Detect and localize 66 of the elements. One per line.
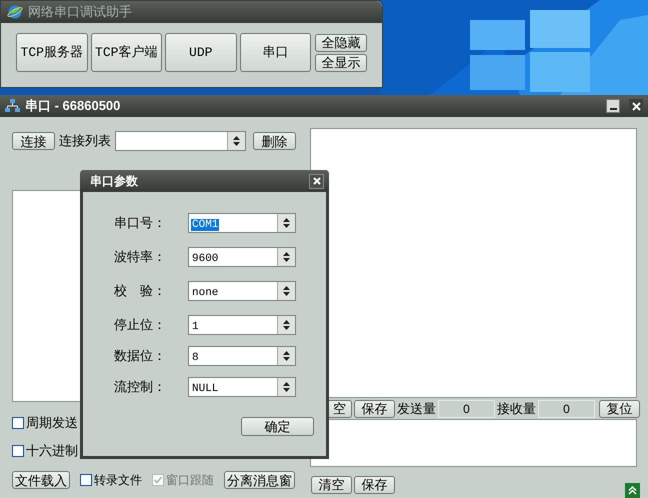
- dropdown-value: 1: [191, 321, 200, 333]
- connection-dropdown[interactable]: [115, 131, 246, 151]
- close-icon: [312, 177, 320, 185]
- field-label: 校 验：: [113, 282, 167, 300]
- field-label: 波特率：: [113, 248, 167, 266]
- param-dropdown[interactable]: none: [188, 281, 296, 301]
- param-dropdown[interactable]: 8: [188, 346, 296, 366]
- dropdown-value: none: [191, 287, 220, 299]
- spinner-arrows-icon: [283, 382, 290, 392]
- field-label: 数据位：: [113, 347, 167, 366]
- spinner-arrows-icon: [283, 252, 290, 262]
- field-label: 停止位：: [113, 316, 167, 334]
- received-label: 接收量: [497, 400, 536, 418]
- window-title: 网络串口调试助手: [28, 3, 132, 22]
- checkbox[interactable]: [80, 474, 92, 486]
- param-dropdown[interactable]: 1: [188, 315, 296, 335]
- toolbar-button[interactable]: 分离消息窗: [224, 471, 295, 489]
- spinner-arrows-icon: [233, 136, 240, 146]
- close-button[interactable]: [309, 174, 324, 188]
- field-label: 串口号：: [113, 214, 167, 232]
- spinner-arrows-icon: [283, 286, 290, 296]
- spinner-arrows-icon: [283, 218, 290, 228]
- delete-button[interactable]: 删除: [253, 132, 296, 150]
- connection-list-label: 连接列表: [59, 132, 111, 150]
- spinner-arrows-icon: [283, 320, 290, 330]
- sent-count: 0: [438, 400, 495, 418]
- checkbox[interactable]: [12, 444, 24, 456]
- field-label: 流控制：: [113, 378, 167, 396]
- clear-button[interactable]: 空: [327, 400, 352, 418]
- dropdown-value: 9600: [191, 253, 220, 265]
- dropdown-value: 8: [191, 352, 200, 364]
- ok-button[interactable]: 确定: [241, 417, 314, 436]
- dialog-title: 串口参数: [90, 173, 138, 190]
- minimize-button[interactable]: [606, 99, 620, 113]
- checkbox[interactable]: [12, 416, 24, 428]
- close-icon: [632, 102, 640, 110]
- mode-button[interactable]: TCP客户端: [90, 33, 162, 72]
- window-title: 串口 - 66860500: [25, 97, 120, 116]
- checkbox-label: 窗口跟随: [166, 474, 214, 486]
- dropdown-value: NULL: [191, 383, 220, 395]
- mode-button[interactable]: TCP服务器: [16, 33, 88, 72]
- reset-button[interactable]: 复位: [599, 400, 640, 418]
- network-icon: [5, 99, 20, 113]
- toolbar-button[interactable]: 文件载入: [12, 471, 70, 489]
- panel-button[interactable]: 全隐藏: [315, 34, 367, 52]
- checkbox-label: 十六进制: [26, 444, 78, 457]
- send-bar-button[interactable]: 清空: [311, 476, 352, 494]
- received-count: 0: [538, 400, 595, 418]
- sent-label: 发送量: [397, 400, 436, 418]
- panel-button[interactable]: 全显示: [315, 54, 367, 72]
- close-button[interactable]: [629, 99, 643, 113]
- checkbox-label: 周期发送: [26, 416, 78, 429]
- mode-button[interactable]: 串口: [240, 33, 311, 72]
- checkbox-label: 转录文件: [94, 474, 142, 486]
- save-button[interactable]: 保存: [354, 400, 395, 418]
- send-bar-button[interactable]: 保存: [354, 476, 395, 494]
- dropdown-value: COM1: [191, 219, 220, 231]
- spinner-arrows-icon: [283, 351, 290, 361]
- scroll-up-button[interactable]: [625, 483, 640, 498]
- param-dropdown[interactable]: NULL: [188, 377, 296, 397]
- param-dropdown[interactable]: 9600: [188, 247, 296, 267]
- param-dropdown[interactable]: COM1: [188, 213, 296, 233]
- connect-button[interactable]: 连接: [12, 132, 55, 150]
- double-chevron-up-icon: [628, 486, 637, 495]
- mode-button[interactable]: UDP: [165, 33, 236, 72]
- globe-icon: [7, 4, 23, 20]
